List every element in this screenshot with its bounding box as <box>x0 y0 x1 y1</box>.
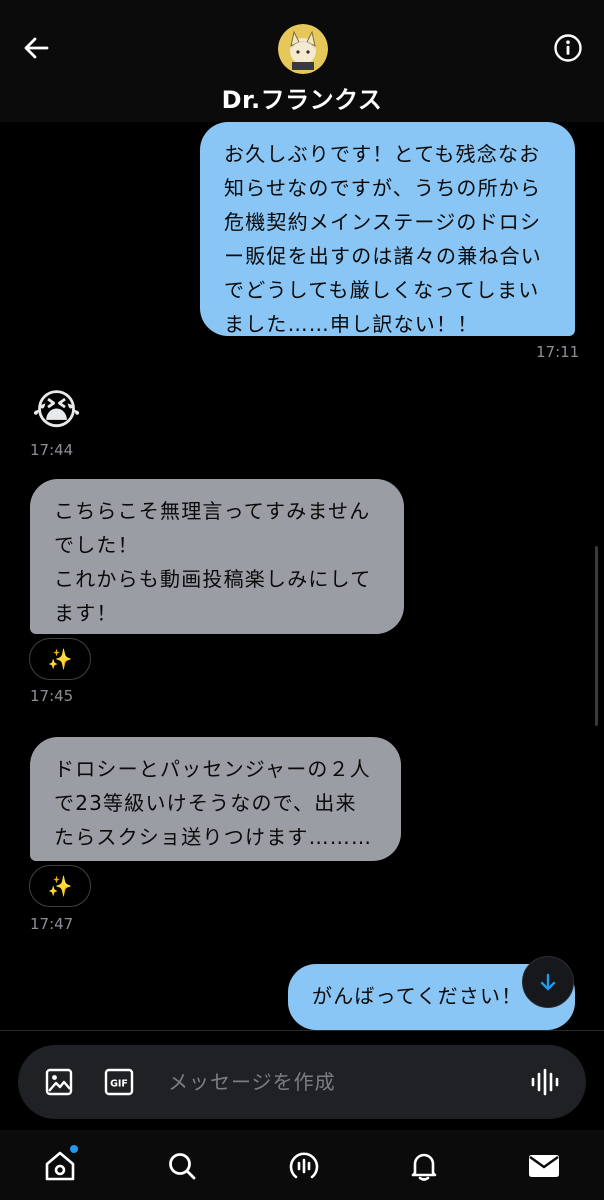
nav-home[interactable] <box>40 1145 80 1186</box>
scrollbar[interactable] <box>595 546 598 726</box>
message-text-line: で23等級いけそうなので、出来 <box>54 791 357 815</box>
info-icon <box>554 34 582 62</box>
message-text-line: これからも動画投稿楽しみにして <box>54 567 372 591</box>
message-text-line: 知らせなのですが、うちの所から <box>224 176 542 200</box>
message-timestamp: 17:11 <box>536 343 580 361</box>
gif-icon: GIF <box>104 1068 134 1096</box>
reaction-badge[interactable]: ✨ <box>29 638 91 680</box>
home-icon <box>45 1151 75 1181</box>
waveform-icon <box>531 1068 559 1096</box>
arrow-down-icon <box>540 973 556 991</box>
message-thread[interactable]: お久しぶりです！とても残念なお 知らせなのですが、うちの所から 危機契約メインス… <box>0 122 604 1030</box>
search-icon <box>169 1153 196 1180</box>
nav-messages[interactable] <box>524 1146 564 1186</box>
message-emoji[interactable]: 😭 <box>32 385 81 435</box>
nav-search[interactable] <box>162 1146 202 1186</box>
message-text-line: こちらこそ無理言ってすみません <box>54 499 371 523</box>
nav-notifications[interactable] <box>404 1146 444 1186</box>
gif-label: GIF <box>110 1079 128 1090</box>
conversation-header: Dr.フランクス <box>0 0 604 122</box>
scroll-to-bottom-button[interactable] <box>522 956 574 1008</box>
bottom-navigation <box>0 1130 604 1200</box>
bell-icon <box>411 1153 437 1181</box>
sparkles-icon: ✨ <box>47 647 73 671</box>
reaction-badge[interactable]: ✨ <box>29 865 91 907</box>
message-timestamp: 17:44 <box>30 441 74 459</box>
message-input[interactable] <box>168 1045 518 1119</box>
arrow-left-icon <box>24 37 49 59</box>
avatar[interactable] <box>278 24 328 74</box>
message-text-line: ます！ <box>54 601 118 625</box>
message-timestamp: 17:45 <box>30 687 74 705</box>
avatar-image <box>278 24 328 74</box>
voice-message-button[interactable] <box>526 1063 564 1101</box>
message-text-line: お久しぶりです！とても残念なお <box>224 142 541 166</box>
add-photo-button[interactable] <box>40 1063 78 1101</box>
message-bubble-received[interactable]: ドロシーとパッセンジャーの２人 で23等級いけそうなので、出来 たらスクショ送り… <box>30 737 401 861</box>
notification-dot <box>70 1145 78 1153</box>
message-text-line: 危機契約メインステージのドロシ <box>224 210 542 234</box>
message-text-line: でした！ <box>54 533 139 557</box>
message-composer: GIF <box>18 1045 586 1119</box>
image-icon <box>45 1068 73 1096</box>
nav-spaces[interactable] <box>284 1146 324 1186</box>
spaces-icon <box>289 1152 319 1179</box>
contact-name[interactable]: Dr.フランクス <box>0 80 604 115</box>
message-bubble-received[interactable]: こちらこそ無理言ってすみません でした！ これからも動画投稿楽しみにして ます！ <box>30 479 404 634</box>
message-timestamp: 17:47 <box>30 915 74 933</box>
message-text-line: ドロシーとパッセンジャーの２人 <box>54 757 371 781</box>
info-button[interactable] <box>548 28 588 68</box>
composer-area: GIF <box>0 1030 604 1130</box>
message-text-line: がんばってください！ <box>312 984 523 1008</box>
sparkles-icon: ✨ <box>47 874 73 898</box>
add-gif-button[interactable]: GIF <box>100 1063 138 1101</box>
message-text-line: ました……申し訳ない！！ <box>224 312 479 336</box>
message-text-line: ー販促を出すのは諸々の兼ね合い <box>224 244 542 268</box>
message-bubble-sent[interactable]: お久しぶりです！とても残念なお 知らせなのですが、うちの所から 危機契約メインス… <box>200 122 575 336</box>
back-button[interactable] <box>16 28 56 68</box>
envelope-icon <box>529 1155 559 1177</box>
message-text-line: でどうしても厳しくなってしまい <box>224 278 540 302</box>
message-text-line: たらスクショ送りつけます……… <box>54 825 373 849</box>
